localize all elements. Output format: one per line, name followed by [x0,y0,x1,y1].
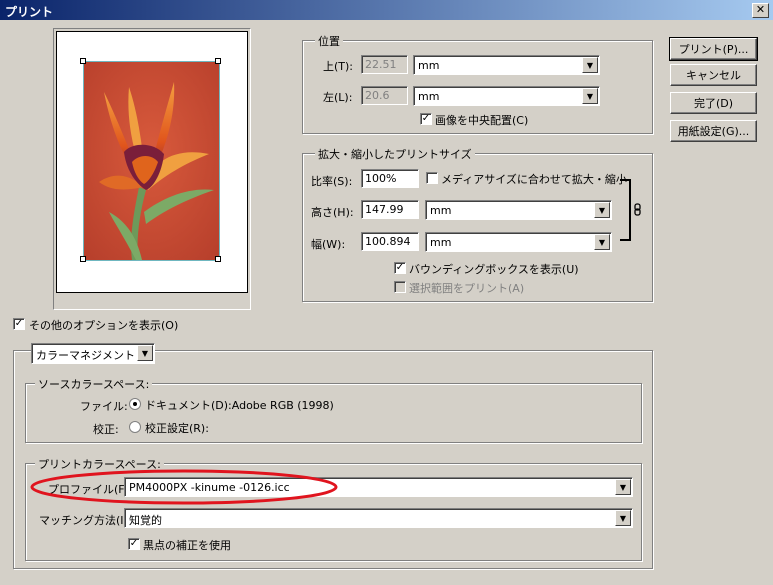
close-icon: ✕ [755,3,766,16]
height-field[interactable]: 147.99 [361,200,419,219]
resize-handle[interactable] [215,256,221,262]
print-button[interactable]: プリント(P)... [669,37,758,61]
left-unit-select[interactable]: mm ▼ [413,86,600,106]
color-mode-select[interactable]: カラーマネジメント ▼ [31,343,155,364]
scaled-size-group-label: 拡大・縮小したプリントサイズ [315,146,475,162]
chevron-down-icon[interactable]: ▼ [137,345,153,361]
print-selection-label[interactable]: 選択範囲をプリント(A) [409,280,524,296]
intent-label: マッチング方法(I): [39,514,132,527]
height-unit-select[interactable]: mm ▼ [425,200,612,220]
resize-handle[interactable] [215,58,221,64]
source-color-space-label: ソースカラースペース: [35,376,153,392]
width-unit-value: mm [430,236,452,249]
height-unit-value: mm [430,204,452,217]
top-unit-value: mm [418,59,440,72]
fit-media-checkbox[interactable] [426,172,438,184]
width-field[interactable]: 100.894 [361,232,419,251]
image-preview[interactable] [83,61,220,261]
left-unit-value: mm [418,90,440,103]
width-unit-select[interactable]: mm ▼ [425,232,612,252]
fit-media-label[interactable]: メディアサイズに合わせて拡大・縮小 [441,171,627,187]
title-bar: プリント ✕ [0,0,773,20]
more-options-label[interactable]: その他のオプションを表示(O) [29,317,178,333]
scale-label: 比率(S): [311,175,353,188]
position-group-label: 位置 [315,33,343,49]
color-mode-value: カラーマネジメント [36,349,135,362]
file-label: ファイル: [80,400,128,413]
cancel-button[interactable]: キャンセル [670,64,757,86]
chevron-down-icon[interactable]: ▼ [615,510,631,526]
proof-setup-radio[interactable] [129,421,141,433]
intent-value: 知覚的 [129,514,162,527]
proof-label: 校正: [93,423,119,436]
highlight-ellipse [30,469,338,505]
resize-handle[interactable] [80,58,86,64]
black-point-label[interactable]: 黒点の補正を使用 [143,537,231,553]
chevron-down-icon[interactable]: ▼ [582,57,598,73]
center-image-label[interactable]: 画像を中央配置(C) [435,112,528,128]
bounding-box-label[interactable]: バウンディングボックスを表示(U) [409,261,579,277]
document-radio[interactable] [129,398,141,410]
resize-handle[interactable] [80,256,86,262]
more-options-checkbox[interactable]: ✓ [13,318,25,330]
done-button[interactable]: 完了(D) [670,92,757,114]
document-profile-label[interactable]: ドキュメント(D):Adobe RGB (1998) [145,397,334,413]
center-image-checkbox[interactable]: ✓ [420,113,432,125]
link-proportions-icon[interactable] [618,178,644,242]
chevron-down-icon[interactable]: ▼ [594,202,610,218]
window-title: プリント [5,5,54,19]
width-label: 幅(W): [311,238,346,251]
scale-field[interactable]: 100% [361,169,419,188]
black-point-checkbox[interactable]: ✓ [128,538,140,550]
page-setup-button[interactable]: 用紙設定(G)... [670,120,757,142]
top-label: 上(T): [323,60,354,73]
intent-select[interactable]: 知覚的 ▼ [124,508,633,528]
top-field[interactable]: 22.51 [361,55,408,74]
chevron-down-icon[interactable]: ▼ [582,88,598,104]
chevron-down-icon[interactable]: ▼ [615,479,631,495]
proof-setup-label[interactable]: 校正設定(R): [145,420,209,436]
top-unit-select[interactable]: mm ▼ [413,55,600,75]
tulip-image [84,62,219,260]
left-field[interactable]: 20.6 [361,86,408,105]
left-label: 左(L): [323,91,353,104]
bounding-box-checkbox[interactable]: ✓ [394,262,406,274]
close-button[interactable]: ✕ [752,3,769,18]
chevron-down-icon[interactable]: ▼ [594,234,610,250]
print-selection-checkbox[interactable] [394,281,406,293]
height-label: 高さ(H): [311,206,354,219]
